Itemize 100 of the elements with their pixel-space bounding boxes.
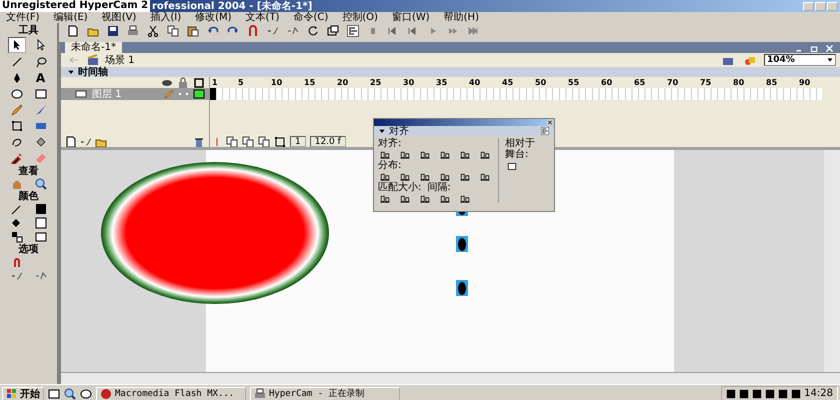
distribute-icon[interactable]	[398, 172, 412, 181]
menu-item[interactable]: 文件(F)	[6, 12, 40, 23]
line-tool-icon[interactable]	[10, 56, 22, 68]
pencil-tool-icon[interactable]	[10, 104, 22, 116]
menu-item[interactable]: 视图(V)	[102, 12, 136, 23]
size-spacing-icon[interactable]	[438, 194, 452, 203]
align-icon[interactable]	[438, 150, 452, 159]
text-tool[interactable]: A	[32, 71, 48, 85]
tray-icon[interactable]	[752, 388, 762, 398]
taskbar-button[interactable]: Macromedia Flash MX...	[96, 386, 246, 400]
size-spacing-icon[interactable]	[398, 194, 412, 203]
tray-icon[interactable]	[791, 388, 802, 398]
marker-range-icon[interactable]	[274, 136, 286, 148]
distribute-icon[interactable]	[478, 172, 492, 181]
size-spacing-icon[interactable]	[418, 194, 432, 203]
subselect-tool-icon[interactable]	[34, 39, 46, 51]
distribute-icon[interactable]	[378, 172, 392, 181]
align-icon[interactable]	[378, 150, 392, 159]
restore-icon[interactable]	[810, 44, 819, 53]
size-spacing-icon[interactable]	[378, 194, 392, 203]
to-stage-icon[interactable]	[505, 162, 519, 171]
frame-rate: 12.0 f	[310, 136, 346, 147]
collapse-triangle-icon[interactable]	[378, 127, 386, 135]
scene-label[interactable]: 场景 1	[105, 53, 135, 67]
distribute-icon[interactable]	[418, 172, 432, 181]
distribute-icon[interactable]	[438, 172, 452, 181]
menu-item[interactable]: 帮助(H)	[444, 12, 479, 23]
swap-colors-icon[interactable]	[10, 231, 22, 243]
edit-symbol-icon[interactable]	[742, 54, 758, 66]
options-heading: 选项	[18, 244, 38, 255]
size-spacing-icon[interactable]	[458, 194, 472, 203]
stroke-swatch-icon[interactable]	[34, 203, 46, 215]
trash-icon[interactable]	[193, 136, 205, 148]
onion-outline-icon[interactable]	[242, 136, 254, 148]
tray-icon[interactable]	[726, 388, 736, 398]
add-layer-icon[interactable]	[65, 136, 77, 148]
watermark-text: Unregistered HyperCam 2	[0, 0, 150, 12]
zoom-dropdown[interactable]: 104%	[764, 54, 836, 66]
collapse-triangle-icon[interactable]	[67, 68, 75, 76]
smooth-icon[interactable]	[267, 25, 279, 37]
options-menu-icon[interactable]	[540, 127, 550, 135]
align-icon[interactable]	[458, 150, 472, 159]
vertical-scrollbar[interactable]	[824, 150, 840, 372]
timeline-title[interactable]: 时间轴	[78, 65, 108, 79]
fill-transform-tool-icon[interactable]	[34, 120, 46, 132]
menu-item[interactable]: 窗口(W)	[392, 12, 430, 23]
tray-icon[interactable]	[739, 388, 750, 398]
document-tab[interactable]: 未命名-1*	[65, 42, 122, 53]
frame-ruler[interactable]: 1 5 10 15 20 25 30 35 40 45 50 55 60 65 70 75 80 85 90	[210, 77, 840, 88]
lasso-tool-icon[interactable]	[34, 56, 46, 68]
copy-icon[interactable]	[167, 25, 179, 37]
transform-tool-icon[interactable]	[10, 120, 22, 132]
menu-item[interactable]: 编辑(E)	[54, 12, 88, 23]
menu-item[interactable]: 插入(I)	[150, 12, 182, 23]
tray-icon[interactable]	[765, 388, 776, 398]
cut-icon[interactable]	[147, 25, 159, 37]
zoom-tool-icon[interactable]	[34, 178, 46, 190]
distribute-icon[interactable]	[458, 172, 472, 181]
layer-color-icon	[193, 88, 205, 100]
new-file-icon[interactable]	[67, 25, 79, 37]
menu-item[interactable]: 命令(C)	[293, 12, 328, 23]
save-icon[interactable]	[107, 25, 119, 37]
stroke-color-icon[interactable]	[10, 203, 22, 215]
dropper-tool-icon[interactable]	[10, 152, 22, 164]
view-heading: 查看	[18, 166, 38, 177]
outline-icon[interactable]	[193, 76, 205, 88]
oval-tool-icon[interactable]	[10, 88, 22, 100]
close-icon[interactable]	[546, 119, 554, 126]
horizontal-scrollbar[interactable]	[61, 372, 840, 384]
rectangle-tool-icon[interactable]	[34, 88, 46, 100]
start-button[interactable]: 开始	[2, 386, 44, 400]
scale-icon[interactable]	[327, 25, 339, 37]
fill-swatch-icon[interactable]	[34, 217, 46, 229]
edit-frames-icon[interactable]	[258, 136, 270, 148]
rotate-icon[interactable]	[307, 25, 319, 37]
align-icon[interactable]	[398, 150, 412, 159]
add-guide-icon[interactable]	[80, 136, 92, 148]
paste-icon[interactable]	[187, 25, 199, 37]
colors-heading: 颜色	[18, 191, 38, 202]
print-icon[interactable]	[127, 25, 139, 37]
align-label: 对齐:	[378, 138, 402, 149]
align-icon[interactable]	[478, 150, 492, 159]
selected-shape	[456, 236, 468, 252]
align-icon[interactable]	[418, 150, 432, 159]
brush-tool-icon[interactable]	[34, 104, 46, 116]
align-panel-icon[interactable]	[347, 25, 359, 37]
straighten-icon[interactable]	[287, 25, 299, 37]
menu-item[interactable]: 修改(M)	[195, 12, 232, 23]
clapper-icon[interactable]	[87, 54, 99, 66]
magnet-icon[interactable]	[247, 25, 259, 37]
lock-icon[interactable]	[177, 76, 189, 88]
smooth-icon[interactable]	[10, 270, 22, 282]
fill-color-icon[interactable]	[10, 217, 22, 229]
taskbar-button[interactable]: HyperCam - 正在录制	[250, 386, 400, 400]
straighten-icon[interactable]	[34, 270, 46, 282]
tray-icon[interactable]	[778, 388, 788, 398]
panel-title[interactable]: 对齐	[389, 124, 409, 138]
onion-skin-icon[interactable]	[226, 136, 238, 148]
menu-item[interactable]: 控制(O)	[342, 12, 378, 23]
menu-item[interactable]: 文本(T)	[246, 12, 280, 23]
